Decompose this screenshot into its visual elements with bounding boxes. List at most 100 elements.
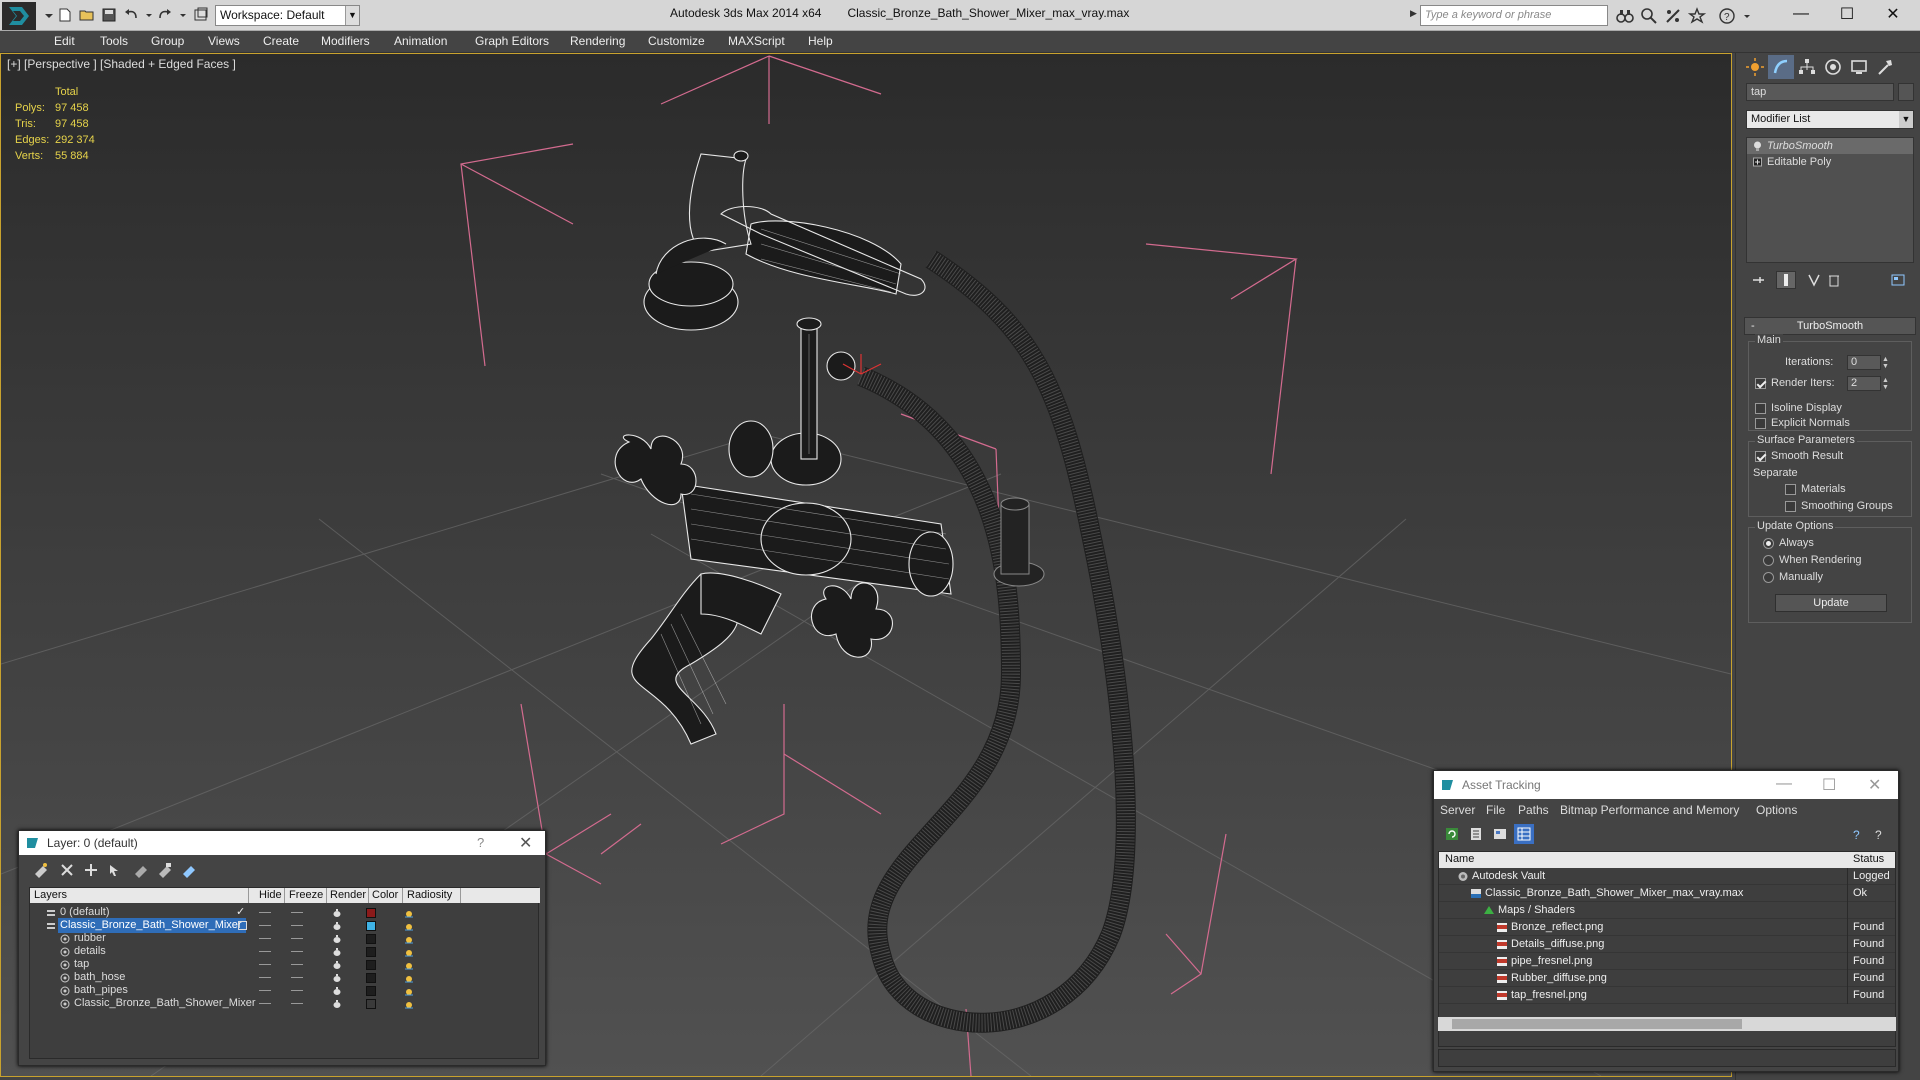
- set-current-layer-box[interactable]: [238, 921, 247, 930]
- layer-dialog-help-button[interactable]: ?: [477, 835, 484, 850]
- radiosity-sun-icon[interactable]: [402, 986, 416, 996]
- motion-tab[interactable]: [1820, 55, 1846, 79]
- hierarchy-tab[interactable]: [1794, 55, 1820, 79]
- layer-row[interactable]: Classic_Bronze_Bath_Shower_Mixer: [30, 996, 530, 1012]
- col-layers[interactable]: Layers: [34, 889, 67, 901]
- layer-color-swatch[interactable]: [366, 986, 376, 996]
- asset-row[interactable]: Maps / Shaders: [1439, 902, 1895, 919]
- help-dropdown-icon[interactable]: [1736, 6, 1758, 26]
- render-iters-spinner[interactable]: 2 ▲ ▼: [1847, 376, 1889, 391]
- app-menu-button[interactable]: [2, 2, 36, 30]
- asset-row[interactable]: pipe_fresnel.png Found: [1439, 953, 1895, 970]
- maximize-button[interactable]: ☐: [1824, 0, 1870, 28]
- render-teapot-icon[interactable]: [332, 973, 342, 983]
- col-render[interactable]: Render: [330, 889, 366, 901]
- radiosity-sun-icon[interactable]: [402, 947, 416, 957]
- current-layer-check-icon[interactable]: ✓: [236, 905, 245, 918]
- object-color-swatch[interactable]: [1898, 83, 1914, 101]
- materials-checkbox[interactable]: [1785, 484, 1796, 495]
- layer-color-swatch[interactable]: [366, 999, 376, 1009]
- delete-layer-icon[interactable]: [57, 860, 77, 880]
- object-name-field[interactable]: tap: [1746, 83, 1894, 101]
- asset-menu-server[interactable]: Server: [1440, 803, 1475, 817]
- asset-row[interactable]: Details_diffuse.png Found: [1439, 936, 1895, 953]
- add-to-layer-icon[interactable]: [81, 860, 101, 880]
- redo-dropdown-icon[interactable]: [174, 6, 192, 24]
- save-file-icon[interactable]: [100, 6, 118, 24]
- menu-tools[interactable]: Tools: [100, 34, 128, 48]
- render-teapot-icon[interactable]: [332, 921, 342, 931]
- rollout-header[interactable]: - TurboSmooth: [1744, 317, 1916, 335]
- minimize-button[interactable]: —: [1778, 0, 1824, 28]
- pin-stack-icon[interactable]: [1748, 271, 1768, 289]
- col-name[interactable]: Name: [1445, 853, 1474, 865]
- hide-toggle[interactable]: [259, 951, 271, 952]
- layer-dialog-close-button[interactable]: ✕: [519, 833, 532, 853]
- update-button[interactable]: Update: [1775, 594, 1887, 612]
- menu-views[interactable]: Views: [208, 34, 240, 48]
- radiosity-sun-icon[interactable]: [402, 960, 416, 970]
- menu-maxscript[interactable]: MAXScript: [728, 34, 785, 48]
- modify-tab[interactable]: [1768, 55, 1794, 79]
- table-view-icon[interactable]: [1514, 824, 1534, 844]
- freeze-toggle[interactable]: [291, 925, 303, 926]
- menu-rendering[interactable]: Rendering: [570, 34, 625, 48]
- col-freeze[interactable]: Freeze: [289, 889, 323, 901]
- radiosity-sun-icon[interactable]: [402, 921, 416, 931]
- render-teapot-icon[interactable]: [332, 986, 342, 996]
- radiosity-sun-icon[interactable]: [402, 908, 416, 918]
- hide-toggle[interactable]: [259, 964, 271, 965]
- viewport-label[interactable]: [+] [Perspective ] [Shaded + Edged Faces…: [7, 57, 236, 71]
- asset-menu-file[interactable]: File: [1486, 803, 1505, 817]
- menu-create[interactable]: Create: [263, 34, 299, 48]
- spinner-arrows-icon[interactable]: ▲ ▼: [1882, 356, 1890, 370]
- menu-edit[interactable]: Edit: [54, 34, 75, 48]
- asset-row[interactable]: Classic_Bronze_Bath_Shower_Mixer_max_vra…: [1439, 885, 1895, 902]
- asset-row[interactable]: tap_fresnel.png Found: [1439, 987, 1895, 1004]
- redo-icon[interactable]: [156, 6, 174, 24]
- update-always-radio[interactable]: [1763, 538, 1774, 549]
- asset-dialog-titlebar[interactable]: Asset Tracking — ☐ ✕: [1434, 771, 1898, 799]
- radiosity-sun-icon[interactable]: [402, 999, 416, 1009]
- utilities-tab[interactable]: [1872, 55, 1898, 79]
- asset-menu-bitmap-performance[interactable]: Bitmap Performance and Memory: [1560, 803, 1739, 817]
- radiosity-sun-icon[interactable]: [402, 934, 416, 944]
- display-tab[interactable]: [1846, 55, 1872, 79]
- asset-close-button[interactable]: ✕: [1868, 775, 1881, 795]
- layer-color-swatch[interactable]: [366, 947, 376, 957]
- freeze-toggle[interactable]: [291, 1003, 303, 1004]
- subscription-center-icon[interactable]: [1638, 6, 1660, 26]
- select-in-layer-icon[interactable]: [105, 860, 125, 880]
- asset-row[interactable]: Autodesk Vault Logged: [1439, 868, 1895, 885]
- close-button[interactable]: ✕: [1870, 0, 1916, 28]
- favorites-star-icon[interactable]: [1686, 6, 1708, 26]
- search-expand-icon[interactable]: ▶: [1410, 8, 1418, 22]
- update-when-rendering-radio[interactable]: [1763, 555, 1774, 566]
- render-teapot-icon[interactable]: [332, 999, 342, 1009]
- asset-row[interactable]: Rubber_diffuse.png Found: [1439, 970, 1895, 987]
- highlight-layer-icon[interactable]: [131, 860, 151, 880]
- binoculars-icon[interactable]: [1614, 6, 1636, 26]
- iterations-spinner[interactable]: 0 ▲ ▼: [1847, 355, 1889, 370]
- stack-item-turbosmooth[interactable]: TurboSmooth: [1747, 138, 1913, 154]
- list-view-icon[interactable]: [1466, 824, 1486, 844]
- menu-modifiers[interactable]: Modifiers: [321, 34, 370, 48]
- update-manually-radio[interactable]: [1763, 572, 1774, 583]
- freeze-toggle[interactable]: [291, 912, 303, 913]
- workspace-dropdown[interactable]: Workspace: Default ▼: [215, 5, 360, 26]
- layer-color-swatch[interactable]: [366, 908, 376, 918]
- asset-help-icon[interactable]: ?: [1848, 824, 1868, 844]
- layer-color-swatch[interactable]: [366, 973, 376, 983]
- thumbnail-view-icon[interactable]: [1490, 824, 1510, 844]
- asset-menu-paths[interactable]: Paths: [1518, 803, 1549, 817]
- remove-modifier-icon[interactable]: [1824, 271, 1844, 289]
- asset-maximize-button[interactable]: ☐: [1822, 775, 1836, 795]
- menu-graph-editors[interactable]: Graph Editors: [475, 34, 549, 48]
- asset-row[interactable]: Bronze_reflect.png Found: [1439, 919, 1895, 936]
- freeze-toggle[interactable]: [291, 951, 303, 952]
- freeze-toggle[interactable]: [291, 990, 303, 991]
- render-teapot-icon[interactable]: [332, 908, 342, 918]
- lightbulb-icon[interactable]: [1753, 141, 1762, 151]
- new-layer-icon[interactable]: [31, 860, 51, 880]
- asset-menu-options[interactable]: Options: [1756, 803, 1797, 817]
